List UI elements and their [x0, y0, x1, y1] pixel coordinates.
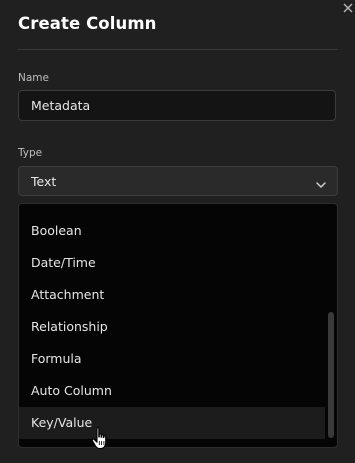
type-dropdown-list[interactable]: Boolean Date/Time Attachment Relationshi…	[18, 203, 338, 448]
name-input[interactable]	[18, 90, 336, 121]
option-date-time[interactable]: Date/Time	[19, 247, 325, 279]
option-attachment[interactable]: Attachment	[19, 279, 325, 311]
type-select-value: Text	[31, 174, 57, 189]
option-formula[interactable]: Formula	[19, 343, 325, 375]
option-auto-column[interactable]: Auto Column	[19, 375, 325, 407]
chevron-down-icon	[315, 176, 327, 188]
option-boolean[interactable]: Boolean	[19, 215, 325, 247]
option-relationship[interactable]: Relationship	[19, 311, 325, 343]
option-key-value[interactable]: Key/Value	[19, 407, 325, 439]
dropdown-scrollbar[interactable]	[328, 312, 334, 438]
type-select[interactable]: Text	[18, 166, 338, 196]
name-label: Name	[18, 72, 49, 84]
dialog-title: Create Column	[18, 14, 157, 33]
title-divider	[18, 49, 338, 50]
close-icon[interactable]	[343, 0, 353, 13]
create-column-dialog: Create Column Name Type Text Boolean Dat…	[0, 0, 355, 463]
type-label: Type	[18, 147, 43, 159]
